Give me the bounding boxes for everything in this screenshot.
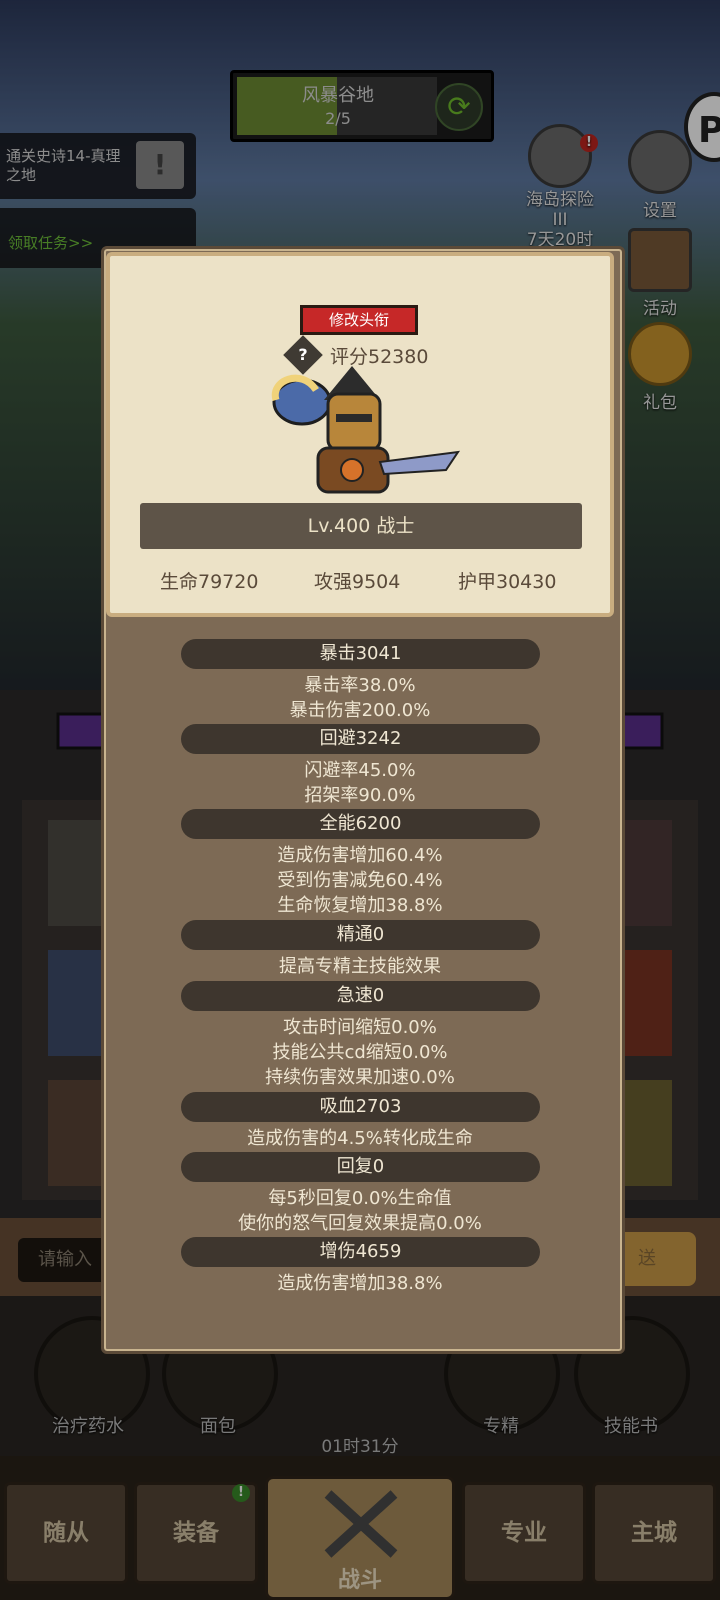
stat-line: 造成伤害增加38.8% [277,1273,443,1294]
stat-line: 造成伤害增加60.4% [277,845,443,866]
stat-line: 持续伤害效果加速0.0% [265,1067,455,1088]
stat-line: 技能公共cd缩短0.0% [272,1042,448,1063]
stat-line: 每5秒回复0.0%生命值 [268,1188,452,1209]
stat-dodge-header: 回避3242 [181,724,540,754]
stat-line: 生命恢复增加38.8% [277,895,443,916]
stat-line: 攻击时间缩短0.0% [283,1017,437,1038]
stat-versatility-header: 全能6200 [181,809,540,839]
stat-line: 提高专精主技能效果 [279,956,441,977]
armor-stat: 护甲30430 [458,571,557,593]
attack-stat: 攻强9504 [314,571,401,593]
warrior-avatar [271,366,461,494]
stat-crit-header: 暴击3041 [181,639,540,669]
level-class-banner: Lv.400 战士 [140,503,582,549]
stat-line: 闪避率45.0% [304,760,416,781]
stat-line: 受到伤害减免60.4% [277,870,443,891]
stat-line: 招架率90.0% [304,785,416,806]
stat-lifesteal-header: 吸血2703 [181,1092,540,1122]
change-title-button[interactable]: 修改头衔 [300,305,418,335]
stat-line: 暴击伤害200.0% [289,700,431,721]
stat-regen-header: 回复0 [181,1152,540,1182]
stat-haste-header: 急速0 [181,981,540,1011]
stat-line: 造成伤害的4.5%转化成生命 [247,1128,473,1149]
hp-stat: 生命79720 [160,571,259,593]
stat-line: 使你的怒气回复效果提高0.0% [238,1213,482,1234]
stat-mastery-header: 精通0 [181,920,540,950]
stat-damage-bonus-header: 增伤4659 [181,1237,540,1267]
stat-line: 暴击率38.0% [304,675,416,696]
